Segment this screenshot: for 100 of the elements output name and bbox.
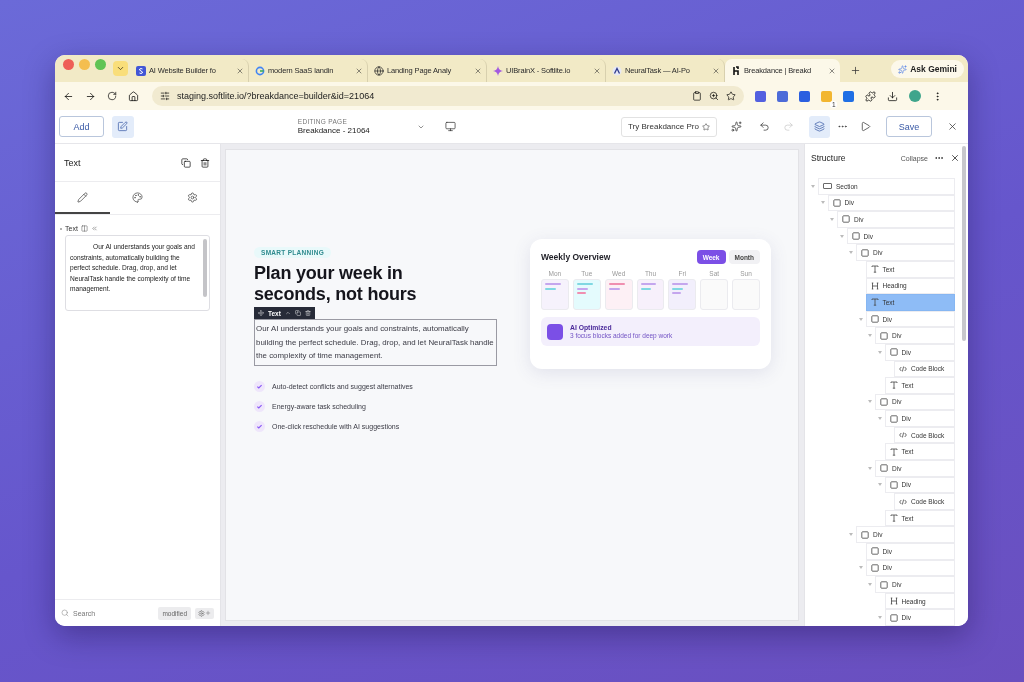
square-icon: [870, 563, 879, 572]
close-icon[interactable]: [355, 66, 363, 75]
extension-icon[interactable]: [777, 90, 788, 102]
extension-icon[interactable]: [799, 90, 810, 102]
columns-icon[interactable]: [80, 225, 88, 232]
home-icon[interactable]: [128, 90, 139, 102]
duplicate-icon[interactable]: [181, 157, 191, 168]
puzzle-icon[interactable]: [865, 90, 876, 102]
reload-icon[interactable]: [107, 91, 117, 101]
plus-icon: [849, 64, 861, 76]
heading-icon: [889, 597, 898, 606]
caret-icon[interactable]: [868, 400, 872, 404]
profile-avatar[interactable]: [909, 90, 921, 102]
collapse-icon[interactable]: [90, 225, 98, 232]
close-icon[interactable]: [593, 66, 601, 75]
logo-icon: [731, 65, 741, 76]
star-icon[interactable]: [726, 91, 736, 101]
square-icon: [889, 414, 898, 423]
close-window-button[interactable]: [63, 59, 74, 70]
edit-button[interactable]: [111, 115, 134, 138]
square-icon: [889, 348, 898, 357]
globe-icon: [374, 65, 384, 76]
maximize-window-button[interactable]: [95, 59, 106, 70]
square-icon: [870, 315, 879, 323]
square-icon: [861, 530, 869, 539]
caret-icon[interactable]: [868, 334, 872, 338]
address-bar[interactable]: staging.softlite.io/?breakdance=builder&id=21064: [152, 86, 744, 106]
caret-icon[interactable]: [877, 616, 882, 620]
close-icon[interactable]: [712, 66, 720, 75]
delete-icon: [304, 310, 311, 316]
add-button[interactable]: Add: [59, 116, 104, 137]
section-icon: [823, 182, 832, 191]
close-icon: [947, 121, 959, 132]
extension-icon[interactable]: [843, 90, 854, 102]
caret-icon[interactable]: [830, 217, 834, 221]
square-icon: [870, 547, 879, 556]
square-icon: [880, 398, 888, 406]
gemini-button[interactable]: Ask Gemini: [891, 60, 964, 78]
insight-icon: [547, 323, 563, 340]
chevron-up-icon: [284, 310, 291, 316]
caret-icon[interactable]: [849, 251, 853, 255]
redo-icon: [783, 121, 795, 132]
square-icon: [842, 215, 850, 224]
forward-icon[interactable]: [85, 90, 96, 102]
play-icon: [859, 121, 871, 132]
code-icon: [899, 364, 907, 373]
caret-icon[interactable]: [868, 466, 872, 470]
caret-icon[interactable]: [877, 483, 882, 487]
layers-icon: [813, 121, 825, 132]
back-icon[interactable]: [63, 90, 74, 102]
caret-icon[interactable]: [820, 201, 825, 205]
square-icon: [880, 464, 888, 473]
text-icon: [889, 514, 898, 523]
hero-heading: Plan your week in seconds, not hours: [254, 263, 418, 305]
square-icon: [880, 580, 888, 589]
close-icon[interactable]: [828, 66, 836, 75]
caret-icon[interactable]: [858, 566, 863, 570]
caret-icon[interactable]: [877, 350, 882, 354]
code-icon: [899, 497, 907, 506]
close-icon[interactable]: [474, 66, 482, 75]
tab-search-button[interactable]: [113, 61, 128, 76]
panel-title: Text: [64, 157, 82, 168]
undo-icon: [759, 121, 771, 132]
caret-icon[interactable]: [849, 533, 853, 537]
move-icon: [258, 310, 264, 316]
download-icon[interactable]: [887, 90, 898, 102]
clipboard-icon[interactable]: [692, 91, 702, 101]
caret-icon[interactable]: [839, 234, 844, 238]
logo-icon: [612, 65, 622, 76]
pro-button[interactable]: Try Breakdance Pro: [621, 116, 717, 137]
palette-icon: [132, 191, 143, 203]
sparkles-icon: [731, 121, 743, 132]
layers-button[interactable]: [808, 115, 831, 138]
caret-icon[interactable]: [811, 184, 815, 188]
star-icon: [701, 122, 710, 131]
square-icon: [851, 232, 860, 241]
close-icon[interactable]: [236, 66, 244, 75]
pencil-icon: [77, 191, 88, 203]
caret-icon[interactable]: [868, 583, 872, 586]
scrollbar: [203, 239, 207, 297]
check-icon: [254, 400, 265, 412]
text-icon: [889, 381, 898, 390]
text-icon: [870, 265, 879, 274]
add-setting-button[interactable]: [195, 607, 214, 619]
check-icon: [254, 420, 265, 432]
extension-icon[interactable]: [755, 90, 766, 102]
site-settings-icon[interactable]: [160, 91, 170, 101]
caret-icon[interactable]: [877, 417, 882, 421]
caret-icon[interactable]: [858, 317, 863, 321]
save-button[interactable]: Save: [886, 116, 933, 137]
page-name: Breakdance - 21064: [297, 126, 371, 135]
text-icon: [889, 447, 898, 456]
close-icon[interactable]: [950, 153, 960, 164]
panel-title: Structure: [811, 153, 847, 164]
delete-icon[interactable]: [200, 157, 210, 168]
text-icon: [870, 298, 879, 307]
sparkle-icon: [898, 64, 908, 74]
chevron-down-icon: [116, 64, 125, 73]
heading-icon: [870, 281, 879, 290]
zoom-icon[interactable]: [709, 91, 719, 101]
